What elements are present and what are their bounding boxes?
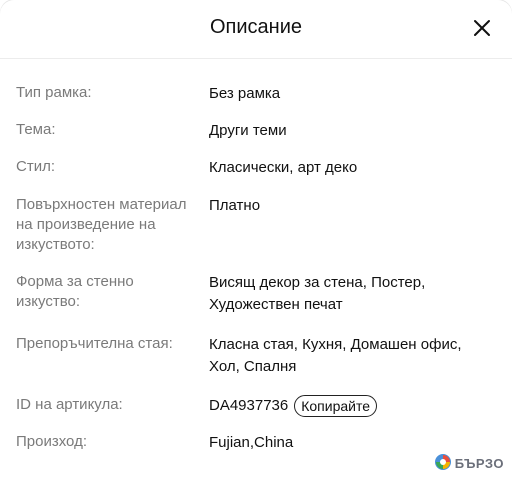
row-label: ID на артикула: <box>16 396 123 413</box>
item-id-value: DA4937736 <box>209 397 289 414</box>
row-value: Висящ декор за стена, Постер, Художестве… <box>209 274 426 313</box>
row-label: Тип рамка: <box>16 84 92 101</box>
copy-button[interactable]: Копирайте <box>294 395 378 418</box>
sheet-title: Описание <box>209 16 303 38</box>
description-sheet: Описание Тип рамка: Без рамка Тема: Друг… <box>0 0 512 480</box>
watermark: БЪРЗО <box>434 453 504 474</box>
close-icon[interactable] <box>470 16 494 40</box>
row-value: Други теми <box>209 122 287 139</box>
watermark-logo-icon <box>434 453 452 474</box>
row-label: Тема: <box>16 121 56 138</box>
row-value-wrap: DA4937736 Копирайте <box>209 395 494 418</box>
row-label: Произход: <box>16 433 87 450</box>
row-value: Класна стая, Кухня, Домашен офис, Хол, С… <box>209 336 462 375</box>
row-label: Повърхностен материал на произведение на… <box>16 196 187 253</box>
row-value: Платно <box>209 197 261 214</box>
row-value: Без рамка <box>209 85 281 102</box>
row-label: Препоръчителна стая: <box>16 335 173 352</box>
row-value: Класически, арт деко <box>209 159 358 176</box>
row-label: Стил: <box>16 158 56 175</box>
watermark-text: БЪРЗО <box>454 456 504 471</box>
sheet-header: Описание <box>0 0 512 59</box>
row-label: Форма за стенно изкуство: <box>16 273 134 310</box>
row-value: Fujian,China <box>209 434 294 451</box>
